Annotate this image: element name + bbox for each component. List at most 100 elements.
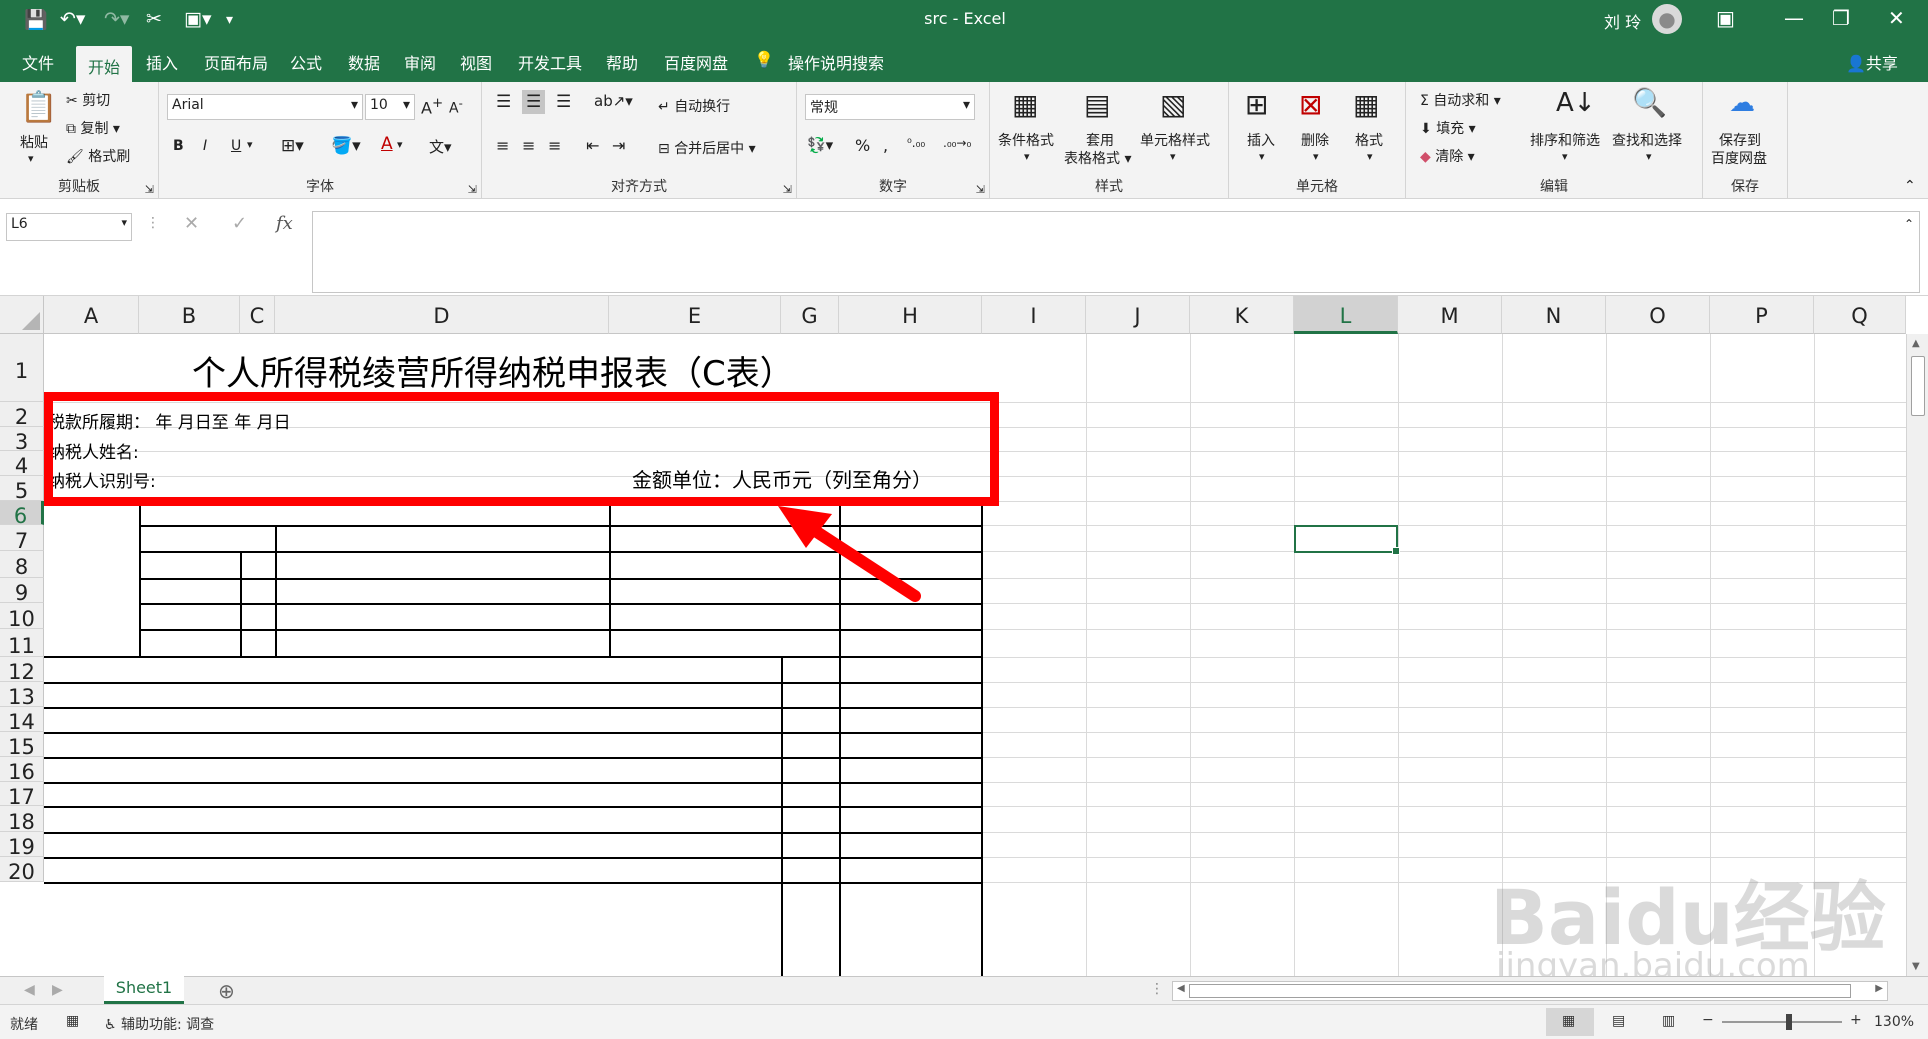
horizontal-scrollbar[interactable]: ◀ ▶ (1172, 981, 1888, 1001)
column-header-l[interactable]: L (1294, 296, 1398, 334)
insert-function-icon[interactable]: fx (276, 213, 293, 234)
expand-formula-bar-icon[interactable]: ⌃ (1904, 217, 1914, 231)
customize-quick-access-icon[interactable]: ▾ (226, 12, 233, 28)
page-break-view-icon[interactable]: ▥ (1662, 1013, 1675, 1029)
row-header-1[interactable]: 1 (0, 334, 44, 402)
column-header-k[interactable]: K (1190, 296, 1294, 334)
select-all-corner[interactable] (0, 296, 44, 334)
decrease-indent-icon[interactable]: ⇤ (586, 136, 599, 155)
tab-review[interactable]: 审阅 (404, 50, 436, 74)
tab-data[interactable]: 数据 (348, 50, 380, 74)
row-header-20[interactable]: 20 (0, 857, 44, 884)
undo-icon[interactable]: ↶▾ (60, 8, 85, 30)
tab-page-layout[interactable]: 页面布局 (204, 50, 268, 74)
scroll-down-icon[interactable]: ▼ (1912, 961, 1920, 972)
scroll-left-icon[interactable]: ◀ (1177, 983, 1185, 994)
bold-button[interactable]: B (173, 138, 184, 154)
add-sheet-icon[interactable]: ⊕ (218, 979, 235, 1003)
name-box[interactable]: L6 ▾ (6, 213, 132, 241)
font-name-select[interactable]: Arial ▾ (167, 94, 363, 120)
row-header-6[interactable]: 6 (0, 501, 44, 528)
currency-icon[interactable]: 💱▾ (807, 136, 833, 154)
comma-icon[interactable]: , (883, 136, 888, 155)
align-right-icon[interactable]: ≡ (548, 136, 561, 155)
normal-view-button[interactable]: ▦ (1546, 1008, 1594, 1036)
row-header-7[interactable]: 7 (0, 525, 44, 553)
column-header-p[interactable]: P (1710, 296, 1814, 334)
fill-button[interactable]: ⬇ 填充 ▾ (1420, 118, 1476, 138)
sort-filter-dropdown-icon[interactable]: ▾ (1562, 150, 1568, 163)
formula-input[interactable] (312, 211, 1920, 293)
zoom-level[interactable]: 130% (1874, 1014, 1914, 1030)
italic-button[interactable]: I (203, 138, 207, 154)
format-cells-icon[interactable]: ▦ (1353, 88, 1379, 121)
tab-formulas[interactable]: 公式 (290, 50, 322, 74)
tab-insert[interactable]: 插入 (146, 50, 178, 74)
cut-button[interactable]: ✂ 剪切 (66, 90, 110, 110)
font-color-dropdown-icon[interactable]: ▾ (397, 138, 403, 151)
restore-icon[interactable]: ❐ (1832, 6, 1850, 30)
prev-sheet-icon[interactable]: ◀ (24, 982, 35, 998)
horizontal-scroll-thumb[interactable] (1189, 984, 1851, 998)
column-header-c[interactable]: C (240, 296, 275, 334)
increase-indent-icon[interactable]: ⇥ (612, 136, 625, 155)
delete-cells-icon[interactable]: ⊠ (1299, 88, 1322, 121)
table-format-icon[interactable]: ▤ (1084, 88, 1110, 121)
save-to-netdisk-label-2[interactable]: 百度网盘 (1711, 148, 1767, 168)
next-sheet-icon[interactable]: ▶ (52, 982, 63, 998)
orientation-icon[interactable]: ab↗▾ (594, 92, 633, 110)
column-header-q[interactable]: Q (1814, 296, 1906, 334)
cancel-edit-icon[interactable]: ✕ (184, 213, 199, 234)
column-header-b[interactable]: B (139, 296, 240, 334)
zoom-out-icon[interactable]: − (1702, 1012, 1714, 1028)
column-header-m[interactable]: M (1398, 296, 1502, 334)
number-launcher-icon[interactable]: ⇲ (976, 183, 985, 196)
save-as-icon[interactable]: ▣▾ (184, 8, 212, 30)
column-header-e[interactable]: E (609, 296, 781, 334)
copy-button[interactable]: ⧉ 复制 ▾ (66, 118, 120, 138)
vertical-scroll-thumb[interactable] (1911, 356, 1925, 416)
cell-styles-icon[interactable]: ▧ (1160, 88, 1186, 121)
decrease-font-icon[interactable]: A- (449, 96, 463, 117)
percent-icon[interactable]: % (855, 136, 870, 155)
zoom-slider[interactable] (1722, 1014, 1842, 1030)
align-left-icon[interactable]: ≡ (496, 136, 509, 155)
share-button[interactable]: 👤共享 (1846, 50, 1898, 74)
lightbulb-icon[interactable]: 💡 (754, 50, 774, 69)
cut-quick-icon[interactable]: ✂ (146, 8, 162, 30)
table-format-button[interactable]: 套用 (1086, 130, 1114, 150)
format-dropdown-icon[interactable]: ▾ (1367, 150, 1373, 163)
row-header-11[interactable]: 11 (0, 629, 44, 658)
autosum-button[interactable]: Σ 自动求和 ▾ (1420, 90, 1501, 110)
insert-cells-button[interactable]: 插入 (1247, 130, 1275, 150)
sort-filter-icon[interactable]: A↓ (1556, 88, 1596, 118)
tab-baidu-netdisk[interactable]: 百度网盘 (664, 50, 728, 74)
format-cells-button[interactable]: 格式 (1355, 130, 1383, 150)
ribbon-display-options-icon[interactable]: ▣ (1716, 6, 1735, 30)
delete-cells-button[interactable]: 删除 (1301, 130, 1329, 150)
avatar[interactable]: ● (1652, 4, 1682, 34)
row-header-13[interactable]: 13 (0, 682, 44, 709)
conditional-format-button[interactable]: 条件格式 (998, 130, 1054, 150)
collapse-ribbon-icon[interactable]: ⌃ (1904, 178, 1916, 194)
delete-dropdown-icon[interactable]: ▾ (1313, 150, 1319, 163)
zoom-in-icon[interactable]: + (1850, 1012, 1862, 1028)
column-header-a[interactable]: A (44, 296, 139, 334)
column-header-j[interactable]: J (1086, 296, 1190, 334)
row-header-3[interactable]: 3 (0, 427, 44, 454)
column-header-h[interactable]: H (839, 296, 982, 334)
paste-dropdown-icon[interactable]: ▾ (28, 152, 34, 165)
save-icon[interactable]: 💾 (24, 8, 48, 31)
tab-developer[interactable]: 开发工具 (518, 50, 582, 74)
column-header-o[interactable]: O (1606, 296, 1710, 334)
tell-me-search[interactable]: 操作说明搜索 (788, 50, 884, 74)
align-bottom-icon[interactable]: ☰ (556, 92, 571, 112)
row-header-15[interactable]: 15 (0, 732, 44, 759)
accessibility-status[interactable]: ♿ 辅助功能: 调查 (104, 1014, 214, 1034)
tab-view[interactable]: 视图 (460, 50, 492, 74)
row-header-17[interactable]: 17 (0, 782, 44, 809)
minimize-icon[interactable]: — (1784, 6, 1804, 30)
column-header-i[interactable]: I (982, 296, 1086, 334)
tab-file[interactable]: 文件 (22, 50, 54, 74)
increase-decimal-icon[interactable]: ⁰.₀₀ (907, 136, 925, 150)
